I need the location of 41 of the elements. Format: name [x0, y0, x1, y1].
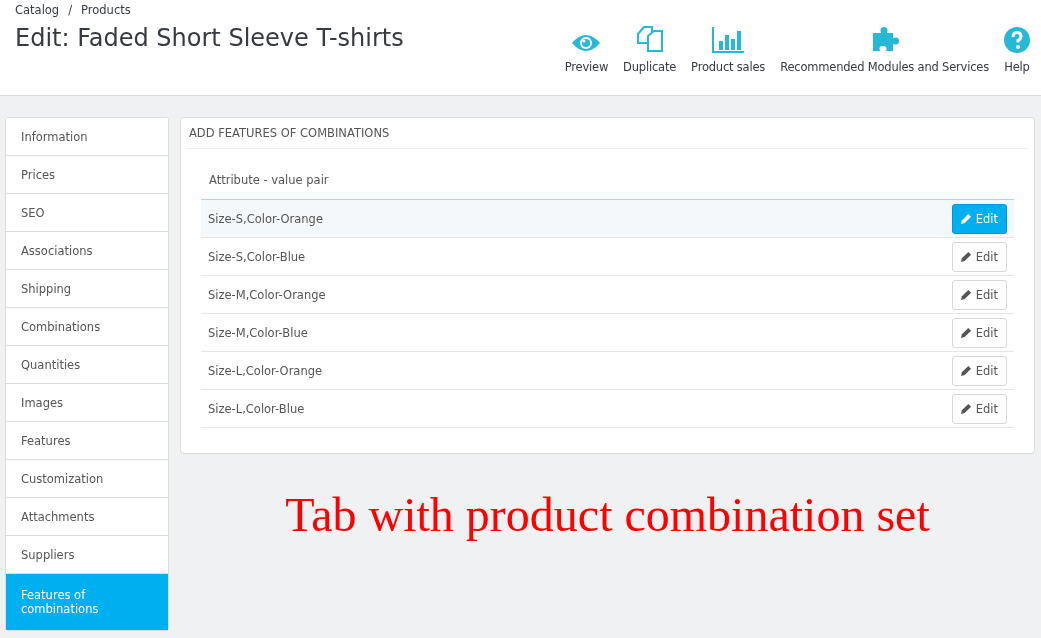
table-cell: Size-S,Color-Orange: [208, 211, 323, 226]
bar-chart-icon: [712, 27, 745, 53]
page-title: Edit: Faded Short Sleeve T-shirts: [15, 24, 404, 52]
help-icon: [1004, 27, 1030, 53]
table-row[interactable]: Size-L,Color-Blue Edit: [201, 390, 1014, 428]
table-cell: Size-S,Color-Blue: [208, 249, 306, 264]
toolbar-button[interactable]: Product sales: [684, 18, 773, 74]
table-cell: Size-M,Color-Blue: [208, 325, 308, 340]
puzzle-icon: [870, 25, 899, 53]
table-cell: Size-L,Color-Blue: [208, 401, 305, 416]
pencil-icon: [960, 327, 972, 338]
toolbar-button[interactable]: Duplicate: [616, 18, 684, 74]
edit-button[interactable]: Edit: [951, 279, 1007, 310]
annotation-caption: Tab with product combination set: [284, 487, 931, 542]
breadcrumb-separator: /: [68, 3, 73, 17]
pencil-icon: [960, 365, 972, 376]
column-header: Attribute - value pair: [209, 173, 329, 187]
pencil-icon: [960, 403, 972, 414]
edit-button[interactable]: Edit: [951, 393, 1007, 424]
pencil-icon: [960, 289, 972, 300]
table-row[interactable]: Size-S,Color-Orange Edit: [201, 200, 1014, 238]
sidebar-tab[interactable]: Information: [6, 118, 168, 156]
edit-button[interactable]: Edit: [951, 317, 1007, 348]
panel-title: ADD FEATURES OF COMBINATIONS: [186, 118, 1029, 149]
table-row[interactable]: Size-L,Color-Orange Edit: [201, 352, 1014, 390]
table-row[interactable]: Size-M,Color-Blue Edit: [201, 314, 1014, 352]
pencil-icon: [960, 213, 972, 224]
table-row[interactable]: Size-S,Color-Blue Edit: [201, 238, 1014, 276]
table-cell: Size-L,Color-Orange: [208, 363, 323, 378]
toolbar-button[interactable]: Preview: [557, 18, 616, 74]
pencil-icon: [960, 251, 972, 262]
edit-button[interactable]: Edit: [951, 355, 1007, 386]
table-row[interactable]: Size-M,Color-Orange Edit: [201, 276, 1014, 314]
table-cell: Size-M,Color-Orange: [208, 287, 326, 302]
eye-icon: [571, 33, 602, 53]
breadcrumb-link[interactable]: Catalog: [15, 3, 60, 17]
toolbar-button[interactable]: Help: [997, 18, 1037, 74]
copy-icon: [635, 25, 664, 53]
toolbar-button[interactable]: Recommended Modules and Services: [773, 18, 996, 74]
edit-button[interactable]: Edit: [951, 241, 1007, 272]
breadcrumb-link[interactable]: Products: [81, 3, 131, 17]
